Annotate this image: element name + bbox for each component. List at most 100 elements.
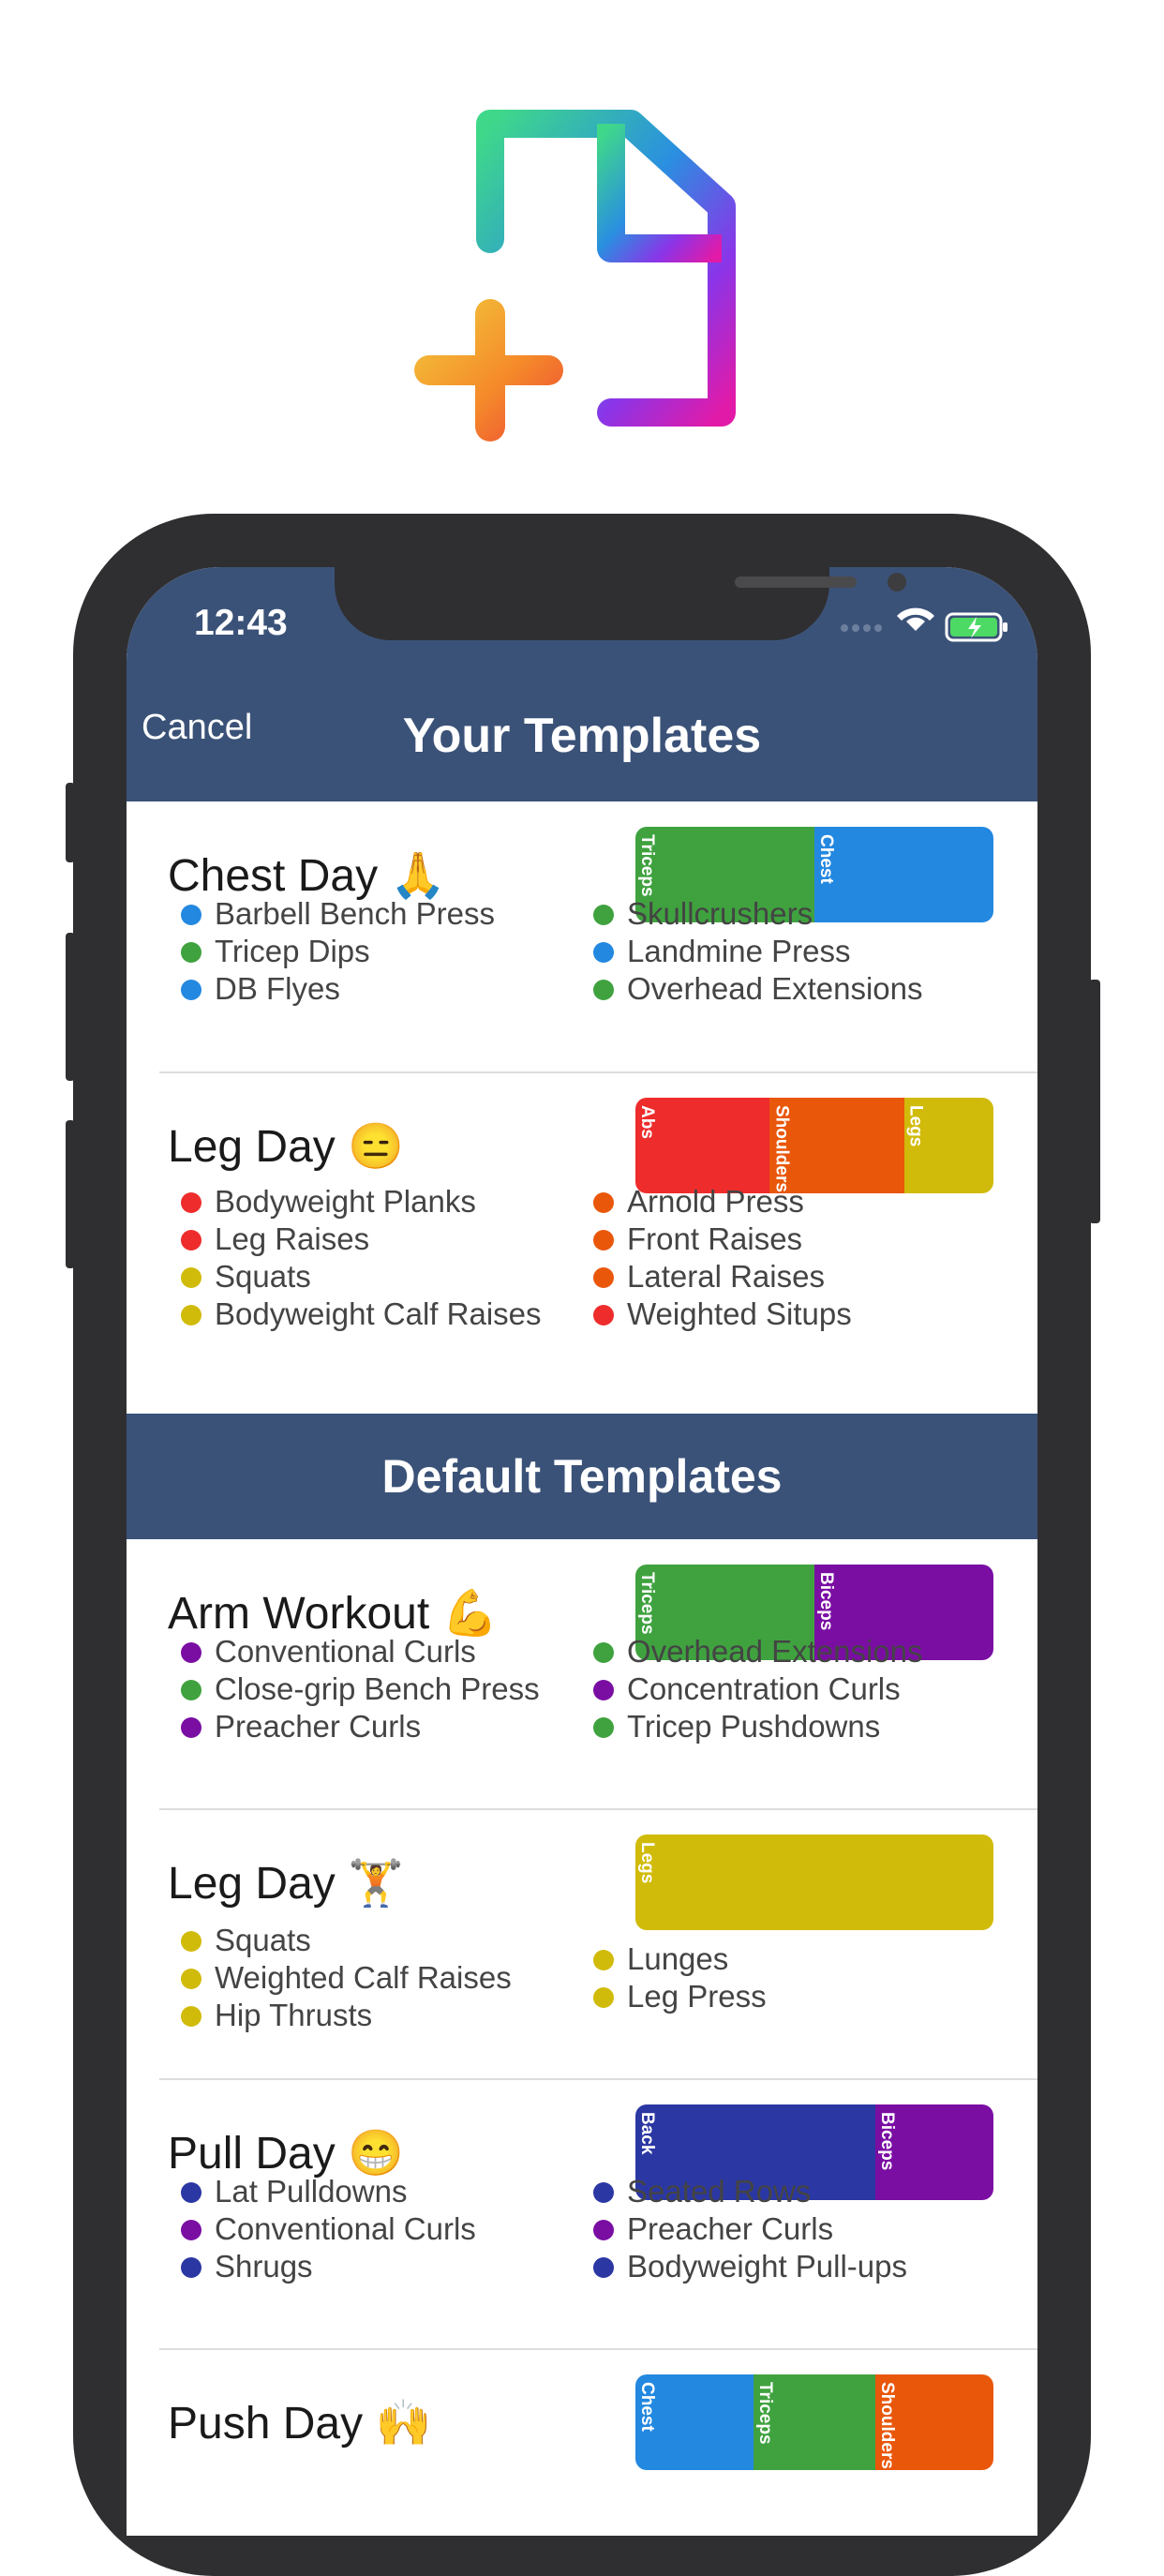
exercise-column-right: Arnold Press Front Raises Lateral Raises We… <box>593 1183 852 1333</box>
muscle-dot-icon <box>593 1717 614 1738</box>
muscle-dot-icon <box>181 980 201 1000</box>
muscle-segment-abs: Abs <box>635 1098 770 1193</box>
exercise-name: Squats <box>215 1259 311 1294</box>
exercise-item: Arnold Press <box>593 1183 852 1221</box>
exercise-item: Landmine Press <box>593 933 923 970</box>
volume-up-button <box>66 933 75 1081</box>
muscle-dot-icon <box>593 905 614 925</box>
exercise-item: Bodyweight Pull-ups <box>593 2248 907 2285</box>
muscle-segment-label: Back <box>637 2112 657 2155</box>
exercise-name: Shrugs <box>215 2249 313 2284</box>
exercise-column-right: Lunges Leg Press <box>593 1940 767 2015</box>
exercise-name: Leg Press <box>627 1979 767 2014</box>
muscle-segment-triceps: Triceps <box>754 2374 875 2470</box>
exercise-column-left: Lat Pulldowns Conventional Curls Shrugs <box>181 2173 476 2285</box>
template-title: Chest Day 🙏 <box>168 851 447 901</box>
exercise-item: Skullcrushers <box>593 895 923 933</box>
exercise-name: Landmine Press <box>627 934 851 968</box>
exercise-name: Bodyweight Planks <box>215 1184 476 1219</box>
exercise-item: Concentration Curls <box>593 1670 923 1708</box>
exercise-name: Lat Pulldowns <box>215 2174 408 2209</box>
muscle-dot-icon <box>181 1305 201 1325</box>
exercise-name: Close-grip Bench Press <box>215 1671 540 1706</box>
muscle-segment-label: Abs <box>637 1105 657 1139</box>
exercise-item: DB Flyes <box>181 970 495 1008</box>
exercise-item: Squats <box>181 1922 512 1959</box>
muscle-segment-label: Triceps <box>755 2382 776 2445</box>
template-title: Leg Day 😑 <box>168 1122 404 1172</box>
template-card[interactable]: Pull Day 😁 Back Biceps Lat Pulldowns Convent… <box>127 2079 1037 2349</box>
exercise-item: Overhead Extensions <box>593 1633 923 1670</box>
muscle-dot-icon <box>181 1931 201 1952</box>
exercise-name: Squats <box>215 1923 311 1957</box>
exercise-name: Preacher Curls <box>215 1709 422 1744</box>
muscle-segment-label: Biceps <box>876 2112 897 2171</box>
exercise-item: Squats <box>181 1258 542 1295</box>
exercise-item: Weighted Situps <box>593 1295 852 1333</box>
exercise-name: Tricep Pushdowns <box>627 1709 881 1744</box>
status-time: 12:43 <box>194 603 288 643</box>
exercise-item: Weighted Calf Raises <box>181 1959 512 1997</box>
section-title: Default Templates <box>381 1450 783 1503</box>
cellular-signal-icon <box>841 624 882 632</box>
exercise-column-right: Overhead Extensions Concentration Curls Tr… <box>593 1633 923 1745</box>
muscle-dot-icon <box>593 1987 614 2008</box>
exercise-name: Front Raises <box>627 1221 803 1256</box>
exercise-item: Tricep Pushdowns <box>593 1708 923 1745</box>
exercise-column-right: Skullcrushers Landmine Press Overhead Exte… <box>593 895 923 1008</box>
muscle-dot-icon <box>593 942 614 963</box>
template-title: Push Day 🙌 <box>168 2399 432 2449</box>
power-button <box>1089 980 1100 1223</box>
template-card[interactable]: Leg Day 🏋️ Legs Squats Weighted Calf Raises… <box>127 1809 1037 2079</box>
app-screen: 12:43 Cancel Your Templates Chest Day 🙏 T… <box>127 567 1037 2536</box>
exercise-item: Hip Thrusts <box>181 1997 512 2034</box>
template-title: Arm Workout 💪 <box>168 1589 499 1639</box>
exercise-item: Bodyweight Calf Raises <box>181 1295 542 1333</box>
exercise-column-left: Bodyweight Planks Leg Raises Squats Bodywei… <box>181 1183 542 1333</box>
template-card[interactable]: Chest Day 🙏 Triceps Chest Barbell Bench Pre… <box>127 801 1037 1071</box>
muscle-segment-label: Chest <box>816 834 836 884</box>
muscle-dot-icon <box>593 1642 614 1663</box>
muscle-dot-icon <box>593 2257 614 2278</box>
exercise-column-left: Conventional Curls Close-grip Bench Press… <box>181 1633 540 1745</box>
template-card[interactable]: Arm Workout 💪 Triceps Biceps Conventional C… <box>127 1539 1037 1809</box>
muscle-dot-icon <box>593 1192 614 1213</box>
muscle-segment-label: Legs <box>905 1105 926 1147</box>
exercise-column-left: Squats Weighted Calf Raises Hip Thrusts <box>181 1922 512 2034</box>
exercise-name: Arnold Press <box>627 1184 804 1219</box>
exercise-name: Overhead Extensions <box>627 971 923 1006</box>
volume-down-button <box>66 1120 75 1268</box>
exercise-name: Concentration Curls <box>627 1671 901 1706</box>
muscle-dot-icon <box>593 1950 614 1970</box>
exercise-item: Close-grip Bench Press <box>181 1670 540 1708</box>
muscle-distribution-bar: Abs Shoulders Legs <box>635 1098 993 1193</box>
muscle-segment-label: Shoulders <box>876 2382 897 2469</box>
muscle-dot-icon <box>593 2220 614 2240</box>
muscle-dot-icon <box>181 1192 201 1213</box>
muscle-segment-legs: Legs <box>903 1098 993 1193</box>
exercise-name: Hip Thrusts <box>215 1998 373 2032</box>
template-title: Pull Day 😁 <box>168 2129 404 2179</box>
muscle-segment-label: Legs <box>637 1842 657 1884</box>
muscle-segment-label: Chest <box>637 2382 657 2432</box>
exercise-item: Lunges <box>593 1940 767 1978</box>
exercise-name: Skullcrushers <box>627 896 813 931</box>
muscle-dot-icon <box>181 1267 201 1288</box>
muscle-dot-icon <box>181 2220 201 2240</box>
template-card[interactable]: Leg Day 😑 Abs Shoulders Legs Bodyweight Plan… <box>127 1072 1037 1342</box>
exercise-name: Weighted Calf Raises <box>215 1960 512 1995</box>
muscle-dot-icon <box>181 942 201 963</box>
muscle-dot-icon <box>181 1642 201 1663</box>
exercise-item: Conventional Curls <box>181 1633 540 1670</box>
row-divider <box>159 1071 1037 1073</box>
muscle-dot-icon <box>593 1267 614 1288</box>
wifi-icon <box>897 607 934 631</box>
muscle-dot-icon <box>181 905 201 925</box>
page-title: Your Templates <box>402 709 762 763</box>
template-card[interactable]: Push Day 🙌 Chest Triceps Shoulders <box>127 2349 1037 2536</box>
new-document-icon <box>414 110 736 442</box>
exercise-item: Barbell Bench Press <box>181 895 495 933</box>
exercise-name: Conventional Curls <box>215 1634 476 1669</box>
muscle-dot-icon <box>181 2257 201 2278</box>
muscle-dot-icon <box>181 2006 201 2027</box>
